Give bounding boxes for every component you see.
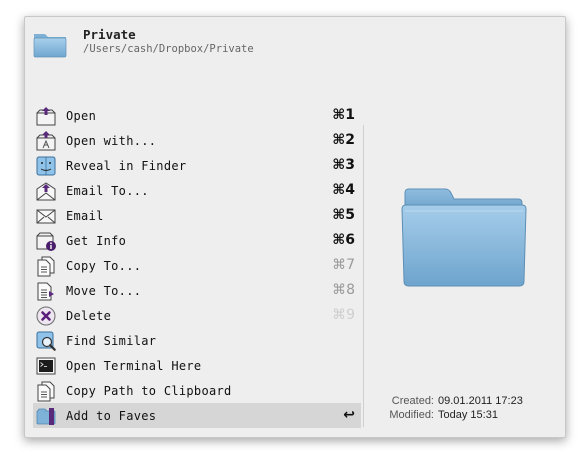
- shortcut-label: ⌘1: [332, 107, 355, 123]
- menu-item-label: Reveal in Finder: [66, 158, 187, 173]
- created-label: Created:: [391, 395, 434, 407]
- delete-icon: [36, 306, 56, 325]
- menu-item-move-to[interactable]: Move To... ⌘8: [33, 278, 361, 303]
- menu-item-open[interactable]: Open ⌘1: [33, 103, 361, 128]
- menu-item-find-similar[interactable]: Find Similar: [33, 328, 361, 353]
- file-header: Private /Users/cash/Dropbox/Private: [33, 25, 533, 65]
- modified-value: Today 15:31: [438, 409, 498, 421]
- return-key-label: ↩: [343, 407, 355, 423]
- clipboard-icon: [37, 381, 55, 401]
- menu-item-label: Move To...: [66, 283, 142, 298]
- envelope-icon: [36, 209, 56, 223]
- menu-item-copy-to[interactable]: Copy To... ⌘7: [33, 253, 361, 278]
- menu-item-reveal-in-finder[interactable]: Reveal in Finder ⌘3: [33, 153, 361, 178]
- menu-item-label: Copy To...: [66, 258, 142, 273]
- created-value: 09.01.2011 17:23: [438, 395, 523, 407]
- shortcut-label: ⌘9: [332, 307, 355, 323]
- modified-row: Modified: Today 15:31: [381, 409, 523, 423]
- file-title: Private: [83, 27, 136, 42]
- menu-item-label: Open: [66, 108, 97, 123]
- shortcut-label: ⌘5: [332, 207, 355, 223]
- copy-document-icon: [37, 256, 55, 276]
- menu-item-label: Email: [66, 208, 104, 223]
- menu-item-copy-path-to-clipboard[interactable]: Copy Path to Clipboard: [33, 378, 361, 403]
- file-metadata: Created: 09.01.2011 17:23 Modified: Today …: [381, 395, 523, 423]
- menu-item-delete[interactable]: Delete ⌘9: [33, 303, 361, 328]
- open-with-icon: [36, 130, 56, 150]
- modified-label: Modified:: [389, 409, 434, 421]
- finder-icon: [36, 156, 56, 175]
- menu-item-open-terminal-here[interactable]: Open Terminal Here: [33, 353, 361, 378]
- info-icon: [36, 232, 56, 251]
- shortcut-label: ⌘6: [332, 232, 355, 248]
- created-row: Created: 09.01.2011 17:23: [381, 395, 523, 409]
- move-document-icon: [37, 282, 54, 300]
- faves-icon: [36, 407, 56, 425]
- folder-preview-icon: [401, 188, 527, 287]
- open-icon: [36, 106, 56, 125]
- shortcut-label: ⌘2: [332, 132, 355, 148]
- menu-item-label: Delete: [66, 308, 112, 323]
- terminal-icon: [36, 357, 56, 374]
- menu-item-open-with[interactable]: Open with... ⌘2: [33, 128, 361, 153]
- action-panel: Private /Users/cash/Dropbox/Private Open…: [24, 16, 566, 438]
- menu-item-add-to-faves[interactable]: Add to Faves ↩: [33, 403, 361, 428]
- shortcut-label: ⌘4: [332, 182, 355, 198]
- shortcut-label: ⌘3: [332, 157, 355, 173]
- find-similar-icon: [36, 331, 56, 351]
- menu-item-email-to[interactable]: Email To... ⌘4: [33, 178, 361, 203]
- menu-item-label: Open Terminal Here: [66, 358, 202, 373]
- menu-item-email[interactable]: Email ⌘5: [33, 203, 361, 228]
- divider: [363, 125, 364, 427]
- menu-item-label: Add to Faves: [66, 408, 157, 423]
- email-to-icon: [36, 181, 56, 200]
- menu-item-label: Open with...: [66, 133, 157, 148]
- file-path: /Users/cash/Dropbox/Private: [83, 43, 254, 55]
- menu-item-label: Copy Path to Clipboard: [66, 383, 232, 398]
- shortcut-label: ⌘8: [332, 282, 355, 298]
- menu-item-label: Email To...: [66, 183, 149, 198]
- menu-item-label: Get Info: [66, 233, 127, 248]
- menu-item-get-info[interactable]: Get Info ⌘6: [33, 228, 361, 253]
- menu-item-label: Find Similar: [66, 333, 157, 348]
- action-menu: Open ⌘1 Open with... ⌘2 Reveal in Finder: [33, 103, 361, 428]
- shortcut-label: ⌘7: [332, 257, 355, 273]
- folder-icon: [33, 34, 67, 58]
